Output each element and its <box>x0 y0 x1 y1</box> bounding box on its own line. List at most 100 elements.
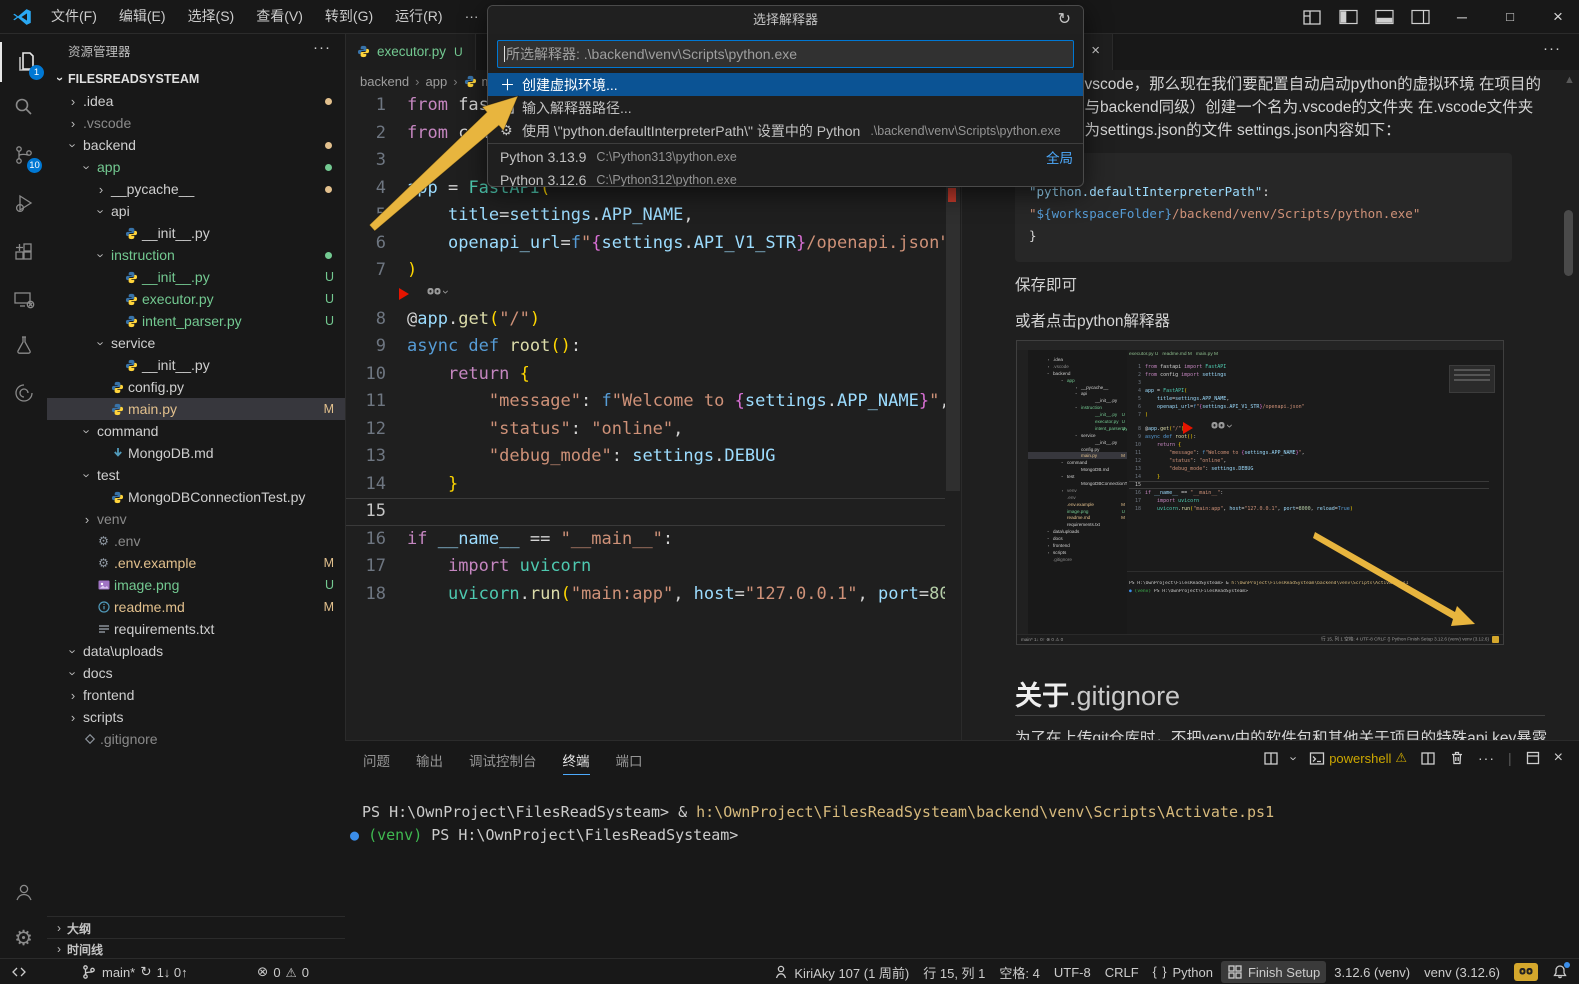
tree-item-frontend[interactable]: ›frontend <box>47 684 345 706</box>
menu-f[interactable]: 文件(F) <box>40 0 108 33</box>
tree-item-.env.example[interactable]: ⚙.env.exampleM <box>47 552 345 574</box>
tree-item-.env[interactable]: ⚙.env <box>47 530 345 552</box>
close-panel-icon[interactable]: × <box>1554 749 1563 767</box>
panel-tab-终端[interactable]: 终端 <box>563 750 590 775</box>
menu-v[interactable]: 查看(V) <box>245 0 314 33</box>
timeline-section[interactable]: ›时间线 <box>47 938 345 958</box>
code-editor[interactable]: 1from fastapi import FastAPI2from config… <box>345 92 961 740</box>
code-line-7[interactable]: 7) <box>345 257 945 285</box>
activitybar-ai-assistant-icon[interactable] <box>0 373 47 413</box>
tree-item-__init__.py[interactable]: __init__.py <box>47 354 345 376</box>
toggle-secondary-sidebar-icon[interactable] <box>1405 4 1435 30</box>
launch-profile-icon[interactable] <box>1263 751 1279 766</box>
status-remote-indicator[interactable] <box>6 959 32 984</box>
quickpick-item-Python3.12.6[interactable]: Python 3.12.6C:\Python312\python.exe <box>488 168 1083 187</box>
activitybar-settings-icon[interactable]: ⚙ <box>0 918 47 958</box>
tree-item-service[interactable]: ›service <box>47 332 345 354</box>
status-blame[interactable]: KiriAky 107 (1 周前) <box>767 961 915 983</box>
tree-item-image.png[interactable]: image.pngU <box>47 574 345 596</box>
activitybar-source-control-icon[interactable]: 10 <box>0 135 47 175</box>
code-line-11[interactable]: 11 "message": f"Welcome to {settings.APP… <box>345 388 945 416</box>
tree-item-intent_parser.py[interactable]: intent_parser.pyU <box>47 310 345 332</box>
tree-item-__init__.py[interactable]: __init__.pyU <box>47 266 345 288</box>
status-venv-version[interactable]: venv (3.12.6) <box>1418 961 1506 983</box>
code-line-5[interactable]: 5 title=settings.APP_NAME, <box>345 202 945 230</box>
tree-item-test[interactable]: ›test <box>47 464 345 486</box>
menu-[interactable]: ··· <box>454 0 490 33</box>
kill-terminal-icon[interactable] <box>1449 750 1465 766</box>
menu-e[interactable]: 编辑(E) <box>108 0 177 33</box>
status-copilot[interactable] <box>1508 961 1544 983</box>
status-language-mode[interactable]: { }Python <box>1147 961 1219 983</box>
code-line-17[interactable]: 17 import uvicorn <box>345 553 945 581</box>
tree-item-.idea[interactable]: ›.idea <box>47 90 345 112</box>
activitybar-account-icon[interactable] <box>0 872 47 912</box>
interpreter-input[interactable]: 所选解释器: .\backend\venv\Scripts\python.exe <box>497 40 1074 68</box>
panel-tab-问题[interactable]: 问题 <box>363 750 390 775</box>
activitybar-explorer-icon[interactable]: 1 <box>0 42 49 82</box>
status-notifications[interactable] <box>1546 961 1574 983</box>
menu-s[interactable]: 选择(S) <box>177 0 246 33</box>
tree-item-readme.md[interactable]: readme.mdM <box>47 596 345 618</box>
customize-layout-icon[interactable] <box>1297 4 1327 30</box>
preview-scrollbar[interactable] <box>1564 210 1573 276</box>
quickpick-item-输入解释器路径...[interactable]: 输入解释器路径... <box>488 96 1083 119</box>
menu-r[interactable]: 运行(R) <box>384 0 453 33</box>
tree-item-docs[interactable]: ›docs <box>47 662 345 684</box>
tree-item-command[interactable]: ›command <box>47 420 345 442</box>
code-line-6[interactable]: 6 openapi_url=f"{settings.API_V1_STR}/op… <box>345 230 945 258</box>
code-line-13[interactable]: 13 "debug_mode": settings.DEBUG <box>345 443 945 471</box>
preview-more-icon[interactable]: ··· <box>1543 40 1561 57</box>
tree-item-api[interactable]: ›api <box>47 200 345 222</box>
quickpick-item-创建虚拟环境...[interactable]: ＋创建虚拟环境... <box>488 73 1083 96</box>
code-line-18[interactable]: 18 uvicorn.run("main:app", host="127.0.0… <box>345 581 945 609</box>
refresh-icon[interactable]: ↻ <box>1058 6 1071 34</box>
maximize-panel-icon[interactable] <box>1525 750 1541 766</box>
terminal-more-icon[interactable]: ··· <box>1478 750 1495 766</box>
tree-item-__pycache__[interactable]: ›__pycache__ <box>47 178 345 200</box>
tree-item-MongoDBConnectionTest.py[interactable]: MongoDBConnectionTest.py <box>47 486 345 508</box>
status-cursor-position[interactable]: 行 15, 列 1 <box>917 961 991 983</box>
code-line-15[interactable]: 15 <box>345 498 945 526</box>
toggle-sidebar-icon[interactable] <box>1333 4 1363 30</box>
panel-tab-输出[interactable]: 输出 <box>416 750 443 775</box>
tree-item-app[interactable]: ›app <box>47 156 345 178</box>
tree-root[interactable]: › FILESREADSYSTEAM <box>47 68 345 90</box>
maximize-button[interactable]: □ <box>1489 0 1531 33</box>
tree-item-__init__.py[interactable]: __init__.py <box>47 222 345 244</box>
tree-item-.vscode[interactable]: ›.vscode <box>47 112 345 134</box>
tree-item-instruction[interactable]: ›instruction <box>47 244 345 266</box>
global-tag[interactable]: 全局 <box>1046 147 1073 167</box>
tree-item-requirements.txt[interactable]: requirements.txt <box>47 618 345 640</box>
tab-executor-py[interactable]: executor.py U <box>345 33 476 70</box>
status-eol[interactable]: CRLF <box>1099 961 1145 983</box>
tree-item-config.py[interactable]: config.py <box>47 376 345 398</box>
status-indentation[interactable]: 空格: 4 <box>993 961 1045 983</box>
status-python-version[interactable]: 3.12.6 (venv) <box>1328 961 1416 983</box>
tree-item-scripts[interactable]: ›scripts <box>47 706 345 728</box>
copilot-inline-icon[interactable]: › <box>427 285 448 299</box>
code-line-8[interactable]: 8@app.get("/") <box>345 306 945 334</box>
minimize-button[interactable]: ─ <box>1441 0 1483 33</box>
activitybar-extensions-icon[interactable] <box>0 232 47 272</box>
copilot-inline-icon[interactable]: › <box>1211 419 1232 433</box>
breadcrumb-backend[interactable]: backend <box>360 74 409 89</box>
close-button[interactable]: × <box>1537 0 1579 33</box>
code-line-10[interactable]: 10 return { <box>345 361 945 389</box>
editor-scrollbar[interactable] <box>945 92 961 740</box>
split-terminal-icon[interactable] <box>1420 751 1436 766</box>
explorer-more-icon[interactable]: ··· <box>313 39 331 56</box>
breadcrumb-app[interactable]: app <box>426 74 448 89</box>
activitybar-remote-explorer-icon[interactable] <box>0 280 47 320</box>
panel-tab-调试控制台[interactable]: 调试控制台 <box>469 750 537 775</box>
profile-chevron-icon[interactable]: › <box>1292 750 1296 766</box>
status-problems[interactable]: ⊗0⚠0 <box>252 959 314 984</box>
panel-tab-端口[interactable]: 端口 <box>616 750 643 775</box>
activitybar-run-debug-icon[interactable] <box>0 183 47 223</box>
outline-section[interactable]: ›大纲 <box>47 916 345 939</box>
status-finish-setup[interactable]: Finish Setup <box>1221 961 1326 983</box>
close-tab-icon[interactable]: × <box>1091 42 1100 59</box>
terminal-instance-powershell[interactable]: powershell⚠ <box>1309 750 1407 766</box>
quickpick-item-Python3.13.9[interactable]: Python 3.13.9C:\Python313\python.exe全局 <box>488 145 1083 168</box>
tree-item-data-uploads[interactable]: ›data\uploads <box>47 640 345 662</box>
